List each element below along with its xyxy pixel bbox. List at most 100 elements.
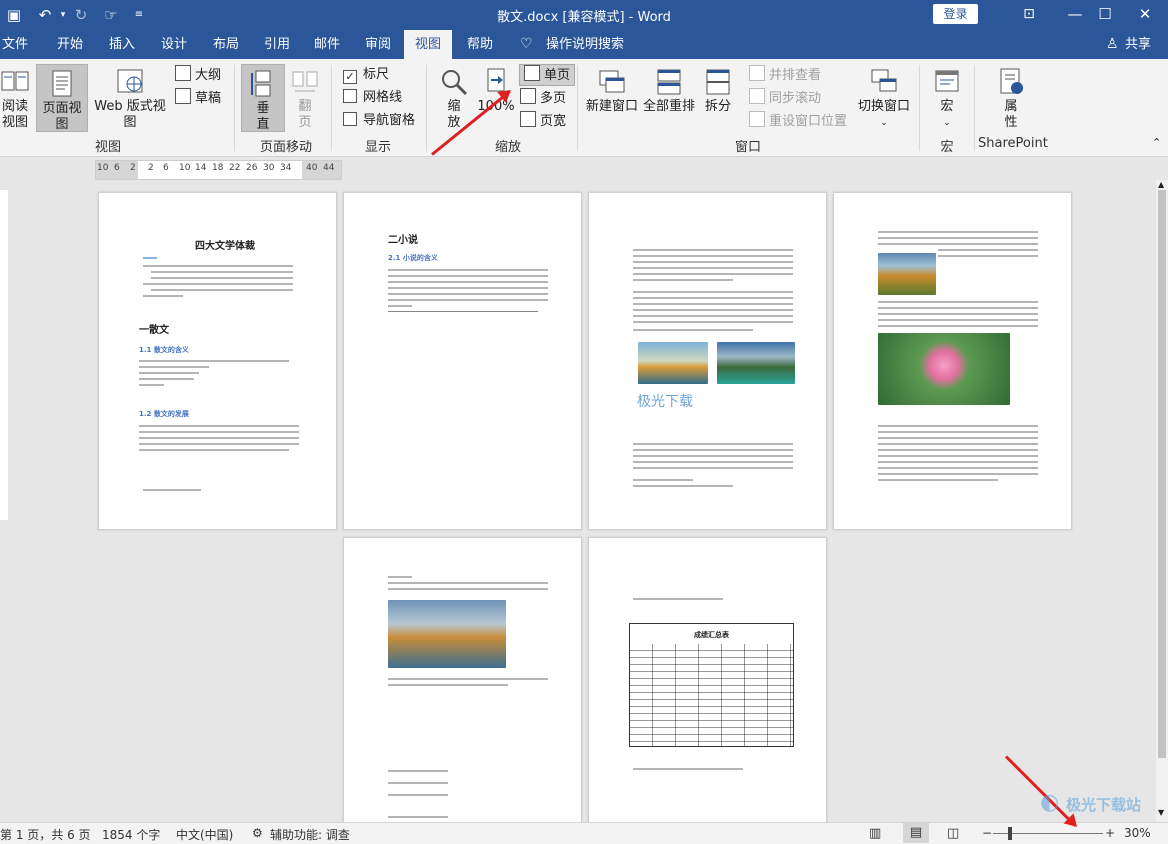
scroll-up-icon[interactable]: ▲: [1158, 180, 1164, 189]
web-layout-button[interactable]: Web 版式视图: [89, 67, 171, 131]
language-indicator[interactable]: 中文(中国): [176, 826, 233, 843]
group-label-zoom: 缩放: [494, 140, 521, 155]
read-mode-icon[interactable]: ▥: [869, 826, 881, 841]
side-to-side-button[interactable]: 翻页: [289, 67, 321, 131]
reset-window-position-button[interactable]: 重设窗口位置: [749, 111, 847, 131]
multiple-pages-button[interactable]: 多页: [520, 88, 566, 108]
tab-home[interactable]: 开始: [55, 30, 85, 59]
text-line: [878, 431, 1038, 433]
title-bar: ▣ ↶ ▾ ↻ ☞ ≡ 散文.docx [兼容模式] - Word 登录 ⊡ —…: [0, 0, 1168, 30]
table-title: 成绩汇总表: [694, 631, 729, 639]
tab-layout[interactable]: 布局: [211, 30, 241, 59]
navigation-pane-checkbox[interactable]: 导航窗格: [343, 111, 415, 131]
share-button[interactable]: 共享: [1123, 30, 1153, 59]
tab-mailings[interactable]: 邮件: [312, 30, 342, 59]
scrollbar-thumb[interactable]: [1158, 190, 1166, 758]
tab-design[interactable]: 设计: [159, 30, 189, 59]
zoom-level[interactable]: 30%: [1124, 826, 1151, 840]
checkbox-checked-icon: ✓: [343, 70, 357, 84]
one-page-icon: [524, 65, 540, 81]
web-layout-icon[interactable]: ◫: [947, 826, 959, 841]
close-icon[interactable]: ✕: [1122, 0, 1168, 30]
page-thumbnail-2[interactable]: 二小说 2.1 小说的含义: [343, 192, 582, 530]
ruler-checkbox[interactable]: ✓ 标尺: [343, 65, 389, 85]
document-title: 散文.docx [兼容模式] - Word: [497, 10, 671, 25]
split-icon: [706, 69, 730, 95]
page-thumbnail-6[interactable]: 成绩汇总表: [588, 537, 827, 822]
horizontal-ruler[interactable]: 10 6 2 2 6 10 14 18 22 26 30 34 40 44: [95, 160, 342, 180]
ruler-tick: 40: [306, 163, 318, 173]
text-line: [633, 449, 793, 451]
tab-insert[interactable]: 插入: [107, 30, 137, 59]
page-indicator[interactable]: 第 1 页，共 6 页: [0, 826, 91, 843]
text-line: [878, 319, 1038, 321]
tab-review[interactable]: 审阅: [363, 30, 393, 59]
properties-button[interactable]: 属性: [992, 67, 1030, 131]
ruler-tick: 2: [130, 163, 136, 173]
zoom-button[interactable]: 缩放: [436, 67, 472, 131]
tab-references[interactable]: 引用: [262, 30, 292, 59]
watermark: ◐ 极光下载站: [1040, 790, 1160, 820]
text-line: [878, 467, 1038, 469]
split-button[interactable]: 拆分: [700, 67, 736, 115]
print-layout-icon: [52, 70, 72, 97]
page-thumbnail-3[interactable]: 极光下载: [588, 192, 827, 530]
text-line: [139, 384, 164, 386]
accessibility-status[interactable]: 辅助功能: 调查: [270, 826, 350, 843]
print-layout-icon[interactable]: ▤: [903, 823, 929, 843]
gridlines-checkbox[interactable]: 网格线: [343, 88, 402, 108]
collapse-ribbon-icon[interactable]: ⌃: [1152, 133, 1161, 153]
tab-view[interactable]: 视图: [404, 30, 453, 59]
one-page-button[interactable]: 单页: [519, 64, 576, 86]
view-side-by-side-button[interactable]: 并排查看: [749, 65, 821, 85]
page2-title: 二小说: [388, 235, 418, 246]
text-line: [938, 249, 1038, 251]
arrange-all-button[interactable]: 全部重排: [641, 67, 697, 115]
print-layout-button[interactable]: 页面视图: [36, 64, 88, 132]
multiple-pages-icon: [520, 88, 536, 104]
document-area[interactable]: 四大文学体裁 一散文 1.1 散文的含义 1.2 散文的发展 二小说 2.1 小…: [8, 180, 1156, 822]
ruler-tick: 10: [179, 163, 191, 173]
tell-me-search[interactable]: 操作说明搜索: [544, 30, 626, 59]
ribbon-display-options-icon[interactable]: ⊡: [1006, 0, 1052, 30]
text-line: [388, 275, 548, 277]
zoom-out-button[interactable]: −: [982, 826, 992, 840]
page-thumbnail-4[interactable]: [833, 192, 1072, 530]
page-thumbnail-5[interactable]: [343, 537, 582, 822]
reading-view-button[interactable]: 阅读视图: [0, 67, 30, 131]
lightbulb-icon: ♡: [520, 36, 533, 52]
group-separator: [426, 65, 427, 151]
macros-button[interactable]: 宏 ⌄: [928, 67, 966, 131]
draft-button[interactable]: 草稿: [175, 88, 221, 108]
page-thumbnail-1[interactable]: 四大文学体裁 一散文 1.1 散文的含义 1.2 散文的发展: [98, 192, 337, 530]
text-line: [388, 782, 448, 784]
switch-windows-icon: [871, 69, 897, 92]
checkbox-icon: [343, 112, 357, 126]
synchronous-scrolling-button[interactable]: 同步滚动: [749, 88, 821, 108]
vertical-scrollbar[interactable]: ▲ ▼: [1156, 180, 1168, 822]
text-line: [151, 277, 293, 279]
page-width-button[interactable]: 页宽: [520, 111, 566, 131]
tab-file[interactable]: 文件: [0, 30, 30, 59]
login-button[interactable]: 登录: [933, 4, 978, 24]
text-line: [633, 309, 793, 311]
switch-windows-button[interactable]: 切换窗口 ⌄: [854, 67, 914, 131]
ruler-tick: 26: [246, 163, 258, 173]
text-line: [633, 467, 793, 469]
new-window-button[interactable]: 新建窗口: [584, 67, 640, 115]
zoom-slider-thumb[interactable]: [1008, 827, 1012, 840]
chevron-down-icon: ⌄: [880, 118, 888, 128]
text-line: [139, 378, 194, 380]
tab-help[interactable]: 帮助: [465, 30, 495, 59]
macros-icon: [935, 70, 959, 92]
properties-icon: [1000, 68, 1023, 94]
outline-button[interactable]: 大纲: [175, 65, 221, 85]
watermark-caption: 极光下载: [637, 394, 693, 410]
vertical-button[interactable]: 垂直: [241, 64, 285, 132]
group-label-views: 视图: [94, 140, 121, 155]
group-label-window: 窗口: [734, 140, 761, 155]
text-line: [139, 437, 299, 439]
zoom-in-button[interactable]: +: [1105, 826, 1115, 840]
word-count[interactable]: 1854 个字: [102, 826, 160, 843]
magnifier-icon: [442, 70, 468, 96]
